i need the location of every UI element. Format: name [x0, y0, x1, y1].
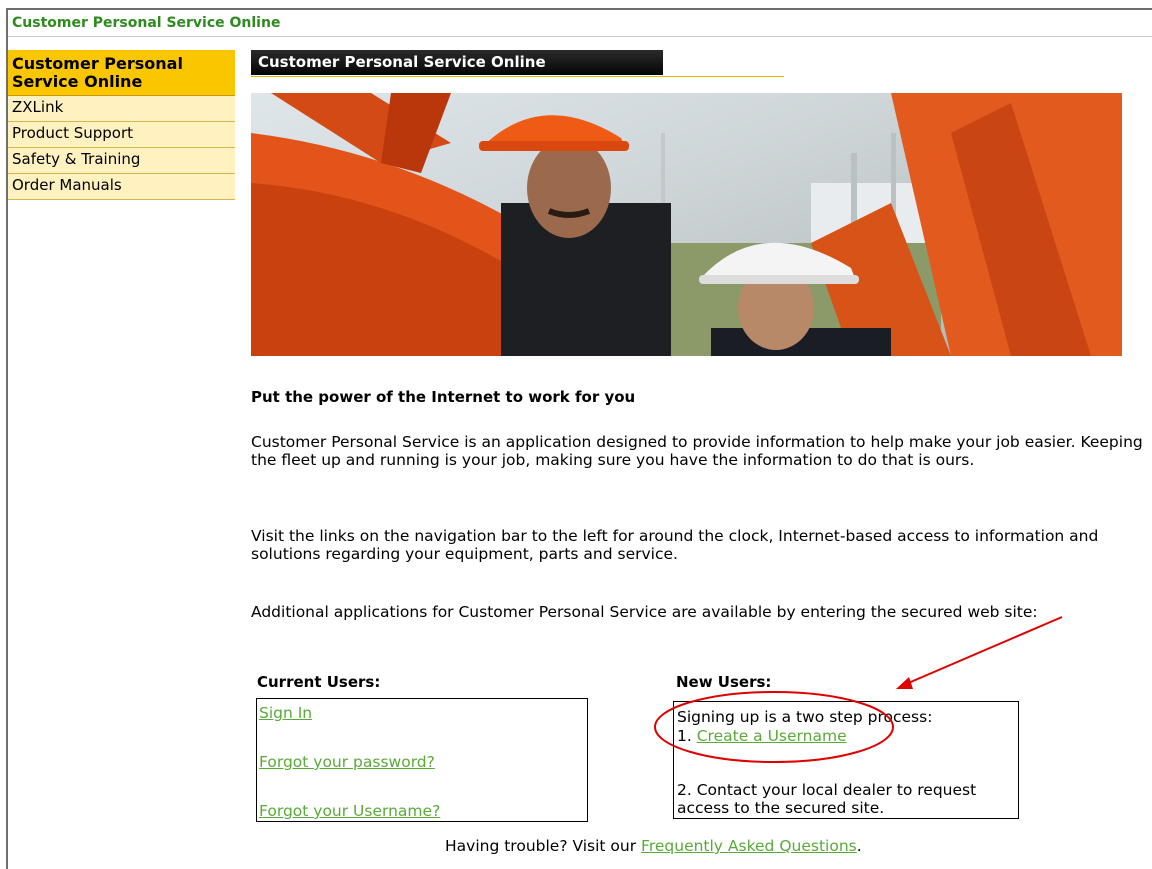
new-users-title: New Users:	[676, 673, 772, 691]
section-header-underline	[251, 76, 784, 77]
section-header: Customer Personal Service Online	[251, 50, 663, 75]
step-one-number: 1.	[677, 727, 692, 745]
step-two-text: 2. Contact your local dealer to request …	[677, 781, 977, 817]
new-users-box: Signing up is a two step process: 1. Cre…	[673, 701, 1019, 819]
help-line: Having trouble? Visit our Frequently Ask…	[445, 837, 862, 855]
workers-photo	[251, 93, 1122, 356]
title-divider	[8, 36, 1152, 37]
signup-intro: Signing up is a two step process:	[677, 708, 933, 726]
secured-site-paragraph: Additional applications for Customer Per…	[251, 603, 1038, 621]
sidebar-item-zxlink[interactable]: ZXLink	[8, 96, 235, 122]
forgot-username-link[interactable]: Forgot your Username?	[259, 802, 440, 820]
app-title: Customer Personal Service Online	[12, 15, 281, 31]
sidebar-item-product-support[interactable]: Product Support	[8, 122, 235, 148]
sidebar-item-customer-personal-service-online[interactable]: Customer Personal Service Online	[8, 50, 235, 96]
forgot-password-link[interactable]: Forgot your password?	[259, 753, 435, 771]
create-username-link[interactable]: Create a Username	[697, 727, 847, 745]
page-headline: Put the power of the Internet to work fo…	[251, 388, 636, 406]
intro-paragraph: Customer Personal Service is an applicat…	[251, 433, 1143, 469]
sidebar-item-safety-training[interactable]: Safety & Training	[8, 148, 235, 174]
help-prefix: Having trouble? Visit our	[445, 837, 637, 855]
navigation-paragraph: Visit the links on the navigation bar to…	[251, 527, 1099, 563]
sidebar-item-order-manuals[interactable]: Order Manuals	[8, 174, 235, 200]
current-users-box: Sign In Forgot your password? Forgot you…	[256, 698, 588, 822]
sidebar-nav: Customer Personal Service Online ZXLink …	[8, 50, 235, 200]
faq-link[interactable]: Frequently Asked Questions	[641, 837, 857, 855]
help-suffix: .	[856, 837, 862, 855]
current-users-title: Current Users:	[257, 673, 381, 691]
hero-image	[251, 93, 1122, 356]
sign-in-link[interactable]: Sign In	[259, 704, 312, 722]
